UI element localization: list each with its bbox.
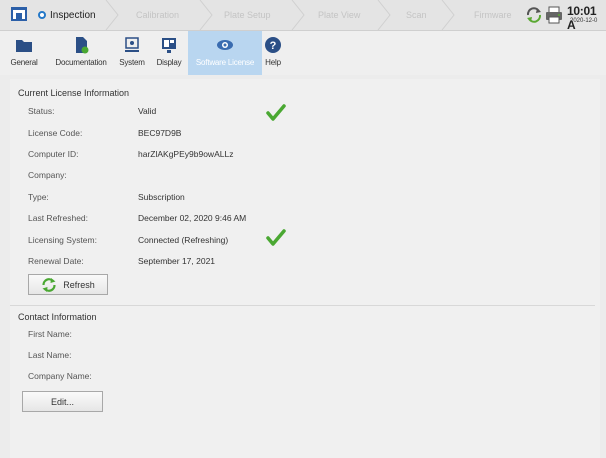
company-label: Company: bbox=[28, 170, 67, 180]
sync-icon[interactable] bbox=[525, 6, 543, 24]
computer-id-value: harZlAKgPEy9b9owALLz bbox=[138, 149, 234, 159]
computer-icon bbox=[125, 37, 139, 52]
contact-section-title: Contact Information bbox=[18, 312, 97, 322]
status-value: Valid bbox=[138, 106, 157, 116]
license-code-value: BEC97D9B bbox=[138, 128, 182, 138]
toolbar-help-button[interactable]: ? Help bbox=[262, 31, 284, 75]
tab-firmware[interactable]: Firmware bbox=[474, 0, 512, 30]
licensing-system-value: Connected (Refreshing) bbox=[138, 235, 229, 245]
last-name-label: Last Name: bbox=[28, 350, 72, 360]
home-icon[interactable] bbox=[10, 6, 28, 22]
company-name-label: Company Name: bbox=[28, 371, 92, 381]
display-icon bbox=[162, 38, 176, 53]
top-navigation-bar: Inspection Calibration Plate Setup Plate… bbox=[0, 0, 606, 32]
licensing-system-label: Licensing System: bbox=[28, 235, 97, 245]
tab-scan[interactable]: Scan bbox=[406, 0, 427, 30]
checkmark-icon bbox=[266, 229, 286, 246]
help-icon: ? bbox=[265, 37, 281, 53]
toolbar-software-license-button[interactable]: Software License bbox=[188, 31, 262, 75]
printer-icon[interactable] bbox=[545, 6, 563, 24]
tab-inspection[interactable]: Inspection bbox=[38, 0, 96, 30]
refresh-icon bbox=[42, 277, 56, 292]
tab-separator-chevron bbox=[105, 0, 119, 30]
document-icon bbox=[76, 37, 89, 54]
folder-icon bbox=[16, 40, 32, 52]
settings-toolbar: General Documentation System Display Sof… bbox=[0, 31, 606, 75]
renewal-date-value: September 17, 2021 bbox=[138, 256, 216, 266]
checkmark-icon bbox=[266, 104, 286, 121]
toolbar-system-button[interactable]: System bbox=[114, 31, 150, 75]
license-section-title: Current License Information bbox=[18, 88, 130, 98]
tab-calibration[interactable]: Calibration bbox=[136, 0, 179, 30]
toolbar-documentation-button[interactable]: Documentation bbox=[48, 31, 114, 75]
first-name-label: First Name: bbox=[28, 329, 72, 339]
computer-id-label: Computer ID: bbox=[28, 149, 79, 159]
refresh-button[interactable]: Refresh bbox=[28, 274, 108, 295]
toolbar-general-button[interactable]: General bbox=[0, 31, 48, 75]
type-value: Subscription bbox=[138, 192, 185, 202]
eye-icon bbox=[217, 40, 233, 50]
tab-separator-chevron bbox=[377, 0, 391, 30]
status-label: Status: bbox=[28, 106, 55, 116]
radio-indicator-icon bbox=[38, 11, 46, 19]
svg-text:?: ? bbox=[270, 40, 277, 52]
section-divider bbox=[10, 305, 595, 306]
edit-button[interactable]: Edit... bbox=[22, 391, 103, 412]
tab-plate-setup[interactable]: Plate Setup bbox=[224, 0, 271, 30]
tab-separator-chevron bbox=[199, 0, 213, 30]
clock-date: 2020-12-0 bbox=[570, 18, 598, 24]
tab-separator-chevron bbox=[291, 0, 305, 30]
last-refreshed-label: Last Refreshed: bbox=[28, 213, 89, 223]
type-label: Type: bbox=[28, 192, 49, 202]
tab-plate-view[interactable]: Plate View bbox=[318, 0, 360, 30]
renewal-date-label: Renewal Date: bbox=[28, 256, 84, 266]
toolbar-display-button[interactable]: Display bbox=[150, 31, 188, 75]
last-refreshed-value: December 02, 2020 9:46 AM bbox=[138, 213, 247, 223]
license-code-label: License Code: bbox=[28, 128, 83, 138]
tab-separator-chevron bbox=[441, 0, 455, 30]
